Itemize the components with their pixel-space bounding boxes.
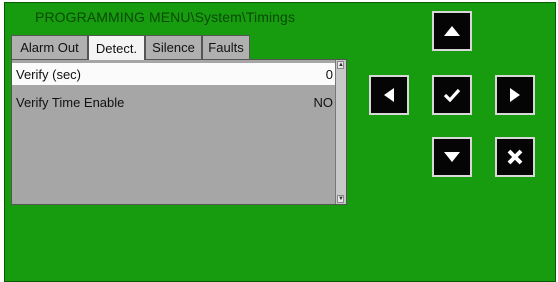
arrow-up-icon	[444, 26, 460, 36]
arrow-right-icon	[510, 88, 520, 102]
menu-path-title: PROGRAMMING MENU\System\Timings	[35, 9, 296, 25]
setting-value: 0	[325, 67, 333, 82]
scroll-up-icon[interactable]: ▲	[337, 61, 344, 69]
scroll-down-icon[interactable]: ▼	[337, 195, 344, 203]
tab-detect[interactable]: Detect.	[88, 35, 145, 60]
cancel-button[interactable]	[495, 137, 535, 177]
programming-screen: PROGRAMMING MENU\System\Timings Alarm Ou…	[4, 2, 556, 282]
setting-label: Verify (sec)	[16, 67, 82, 82]
tab-silence[interactable]: Silence	[145, 35, 202, 59]
arrow-left-icon	[384, 88, 394, 102]
tab-alarm-out[interactable]: Alarm Out	[11, 35, 88, 59]
setting-row-verify-time-enable[interactable]: Verify Time Enable NO	[12, 91, 337, 113]
setting-row-verify-sec[interactable]: Verify (sec) 0	[12, 63, 337, 85]
checkmark-icon	[443, 88, 461, 102]
cross-icon	[507, 149, 523, 165]
setting-value: NO	[313, 95, 334, 110]
list-scrollbar[interactable]: ▲ ▼	[335, 60, 346, 204]
down-button[interactable]	[432, 137, 472, 177]
setting-label: Verify Time Enable	[16, 95, 125, 110]
left-button[interactable]	[369, 75, 409, 115]
settings-list: Verify (sec) 0 Verify Time Enable NO ▲ ▼	[11, 59, 347, 205]
arrow-down-icon	[444, 152, 460, 162]
right-button[interactable]	[495, 75, 535, 115]
up-button[interactable]	[432, 11, 472, 51]
tab-faults[interactable]: Faults	[202, 35, 250, 59]
confirm-button[interactable]	[432, 75, 472, 115]
